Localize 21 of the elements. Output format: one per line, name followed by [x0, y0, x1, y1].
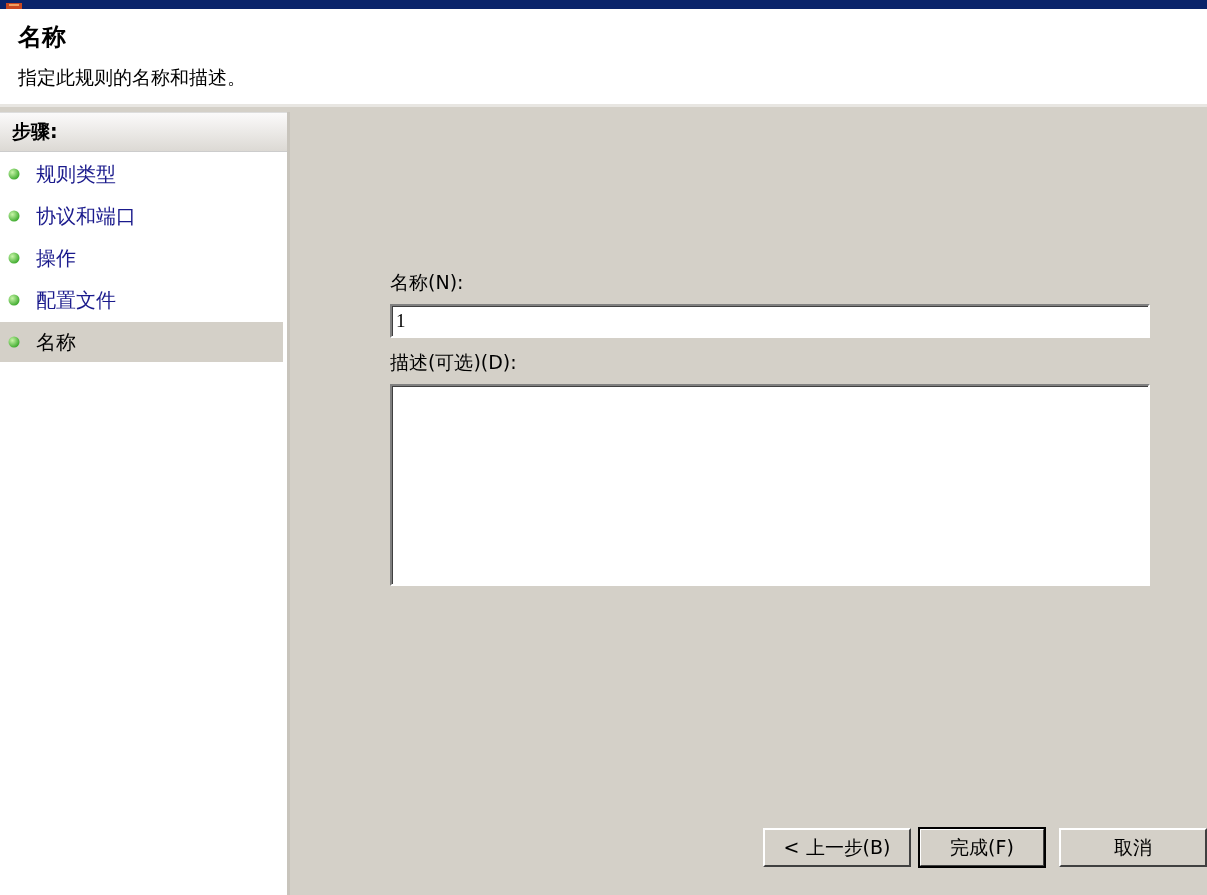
app-icon: [6, 3, 22, 9]
step-item[interactable]: 规则类型: [0, 154, 283, 194]
status-dot-icon: [8, 294, 20, 306]
step-item[interactable]: 操作: [0, 238, 283, 278]
step-item[interactable]: 名称: [0, 322, 283, 362]
step-item[interactable]: 协议和端口: [0, 196, 283, 236]
field-label: 名称(N):: [390, 270, 464, 295]
status-dot-icon: [8, 168, 20, 180]
name-field[interactable]: 1: [390, 304, 1150, 338]
status-dot-icon: [8, 210, 20, 222]
field-label: 描述(可选)(D):: [390, 350, 517, 375]
dialog-button[interactable]: < 上一步(B): [763, 828, 911, 867]
step-item[interactable]: 配置文件: [0, 280, 283, 320]
dialog-button[interactable]: 完成(F): [919, 828, 1045, 867]
page-description: 指定此规则的名称和描述。: [18, 65, 247, 90]
description-field[interactable]: [390, 384, 1150, 586]
dialog-button[interactable]: 取消: [1059, 828, 1207, 867]
page-title: 名称: [18, 22, 66, 53]
status-dot-icon: [8, 252, 20, 264]
status-dot-icon: [8, 336, 20, 348]
steps-heading: 步骤:: [12, 119, 58, 144]
